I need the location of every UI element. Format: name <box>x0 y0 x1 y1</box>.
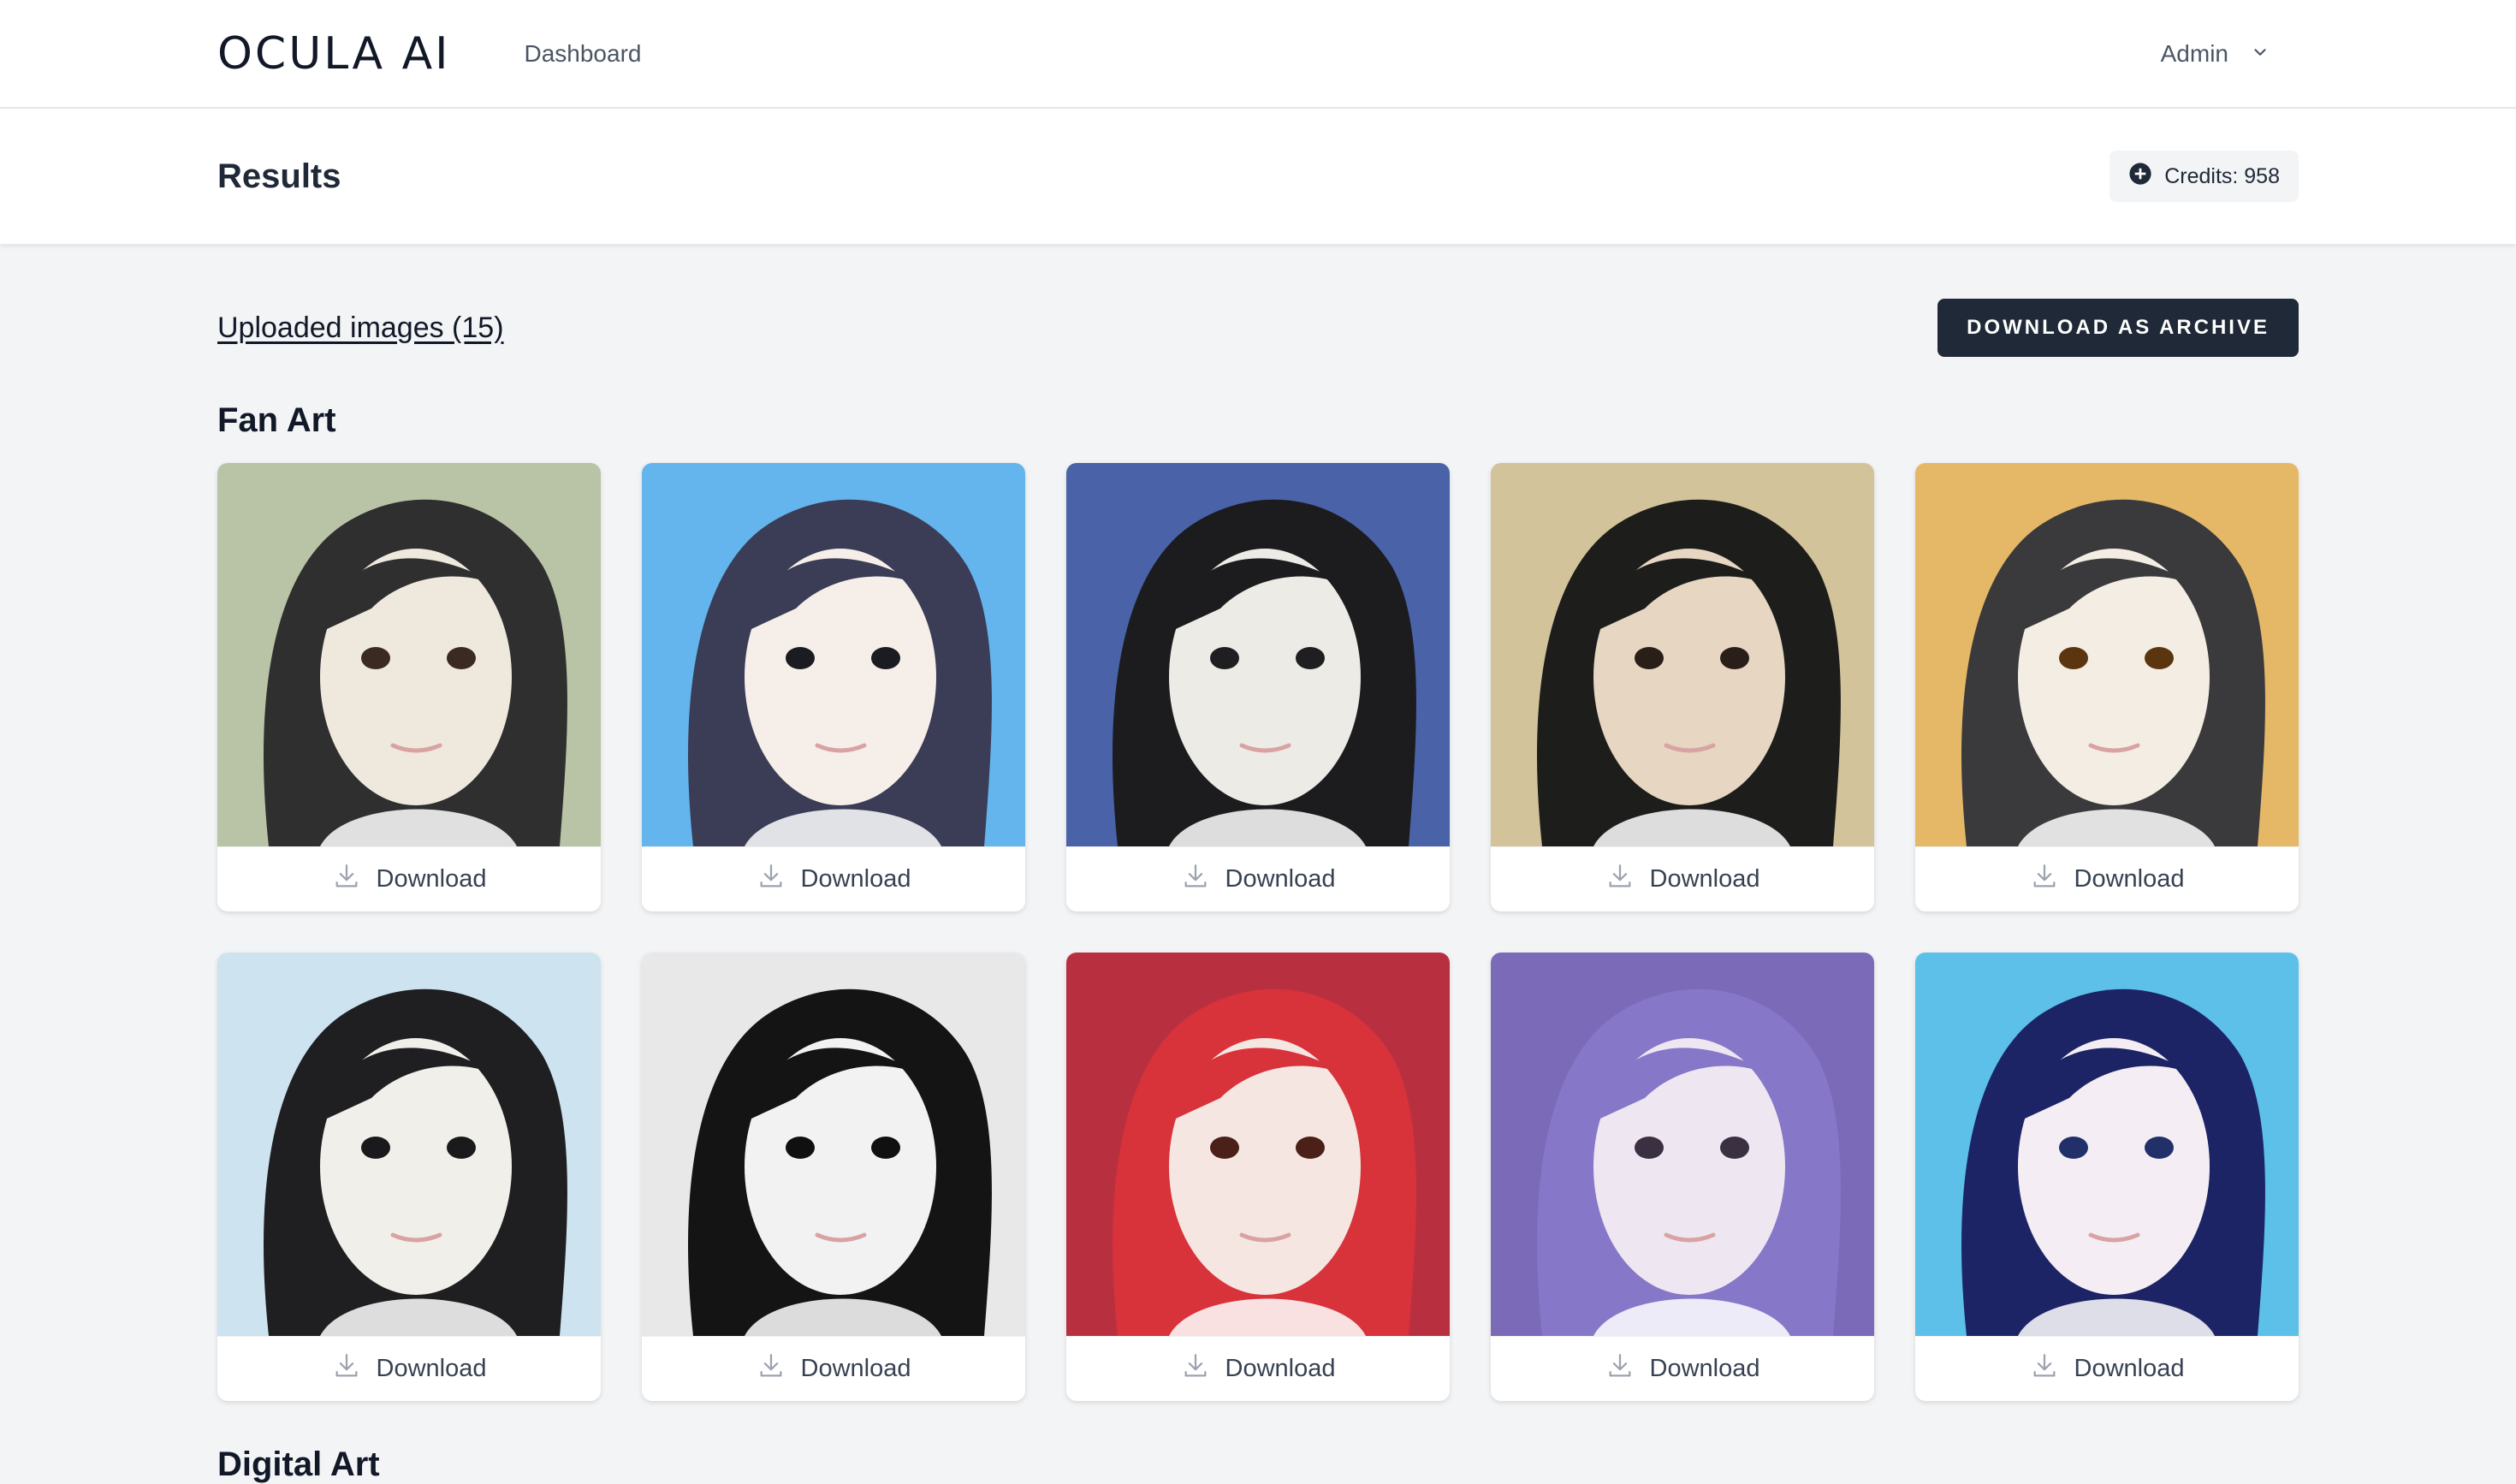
result-image[interactable] <box>1066 463 1450 846</box>
download-label: Download <box>2074 865 2185 893</box>
download-label: Download <box>376 1355 487 1382</box>
download-icon <box>757 862 786 898</box>
download-label: Download <box>376 865 487 893</box>
download-label: Download <box>2074 1355 2185 1382</box>
download-button[interactable]: Download <box>642 1336 1025 1401</box>
page-title: Results <box>217 157 341 195</box>
result-image[interactable] <box>1915 953 2299 1336</box>
result-card: Download <box>642 953 1025 1401</box>
section-title: Digital Art <box>217 1445 380 1483</box>
result-image[interactable] <box>1491 463 1874 846</box>
result-image[interactable] <box>642 953 1025 1336</box>
result-card: Download <box>642 463 1025 911</box>
result-image[interactable] <box>1491 953 1874 1336</box>
section-title: Fan Art <box>217 401 336 439</box>
result-card: Download <box>217 953 601 1401</box>
result-image[interactable] <box>1066 953 1450 1336</box>
image-grid: Download Download Download Download Download… <box>217 463 2299 1401</box>
page-header: Results Credits: 958 <box>0 109 2516 244</box>
download-icon <box>332 1351 361 1387</box>
download-icon <box>1605 1351 1635 1387</box>
download-icon <box>1605 862 1635 898</box>
download-button[interactable]: Download <box>1915 1336 2299 1401</box>
result-image[interactable] <box>217 953 601 1336</box>
result-card: Download <box>1491 953 1874 1401</box>
user-name: Admin <box>2160 39 2228 67</box>
download-label: Download <box>1649 1355 1760 1382</box>
download-label: Download <box>800 865 911 893</box>
download-button[interactable]: Download <box>1491 846 1874 911</box>
nav-link-dashboard[interactable]: Dashboard <box>524 40 641 68</box>
download-icon <box>2030 1351 2059 1387</box>
ocula-logo[interactable]: OCULA AI <box>217 28 450 80</box>
result-card: Download <box>1066 463 1450 911</box>
download-icon <box>332 862 361 898</box>
download-button[interactable]: Download <box>1491 1336 1874 1401</box>
result-image[interactable] <box>1915 463 2299 846</box>
credits-label: Credits: 958 <box>2164 163 2280 188</box>
main-content: Uploaded images (15) DOWNLOAD AS ARCHIVE… <box>0 244 2516 1484</box>
user-menu[interactable]: Admin <box>2161 40 2270 68</box>
download-archive-button[interactable]: DOWNLOAD AS ARCHIVE <box>1937 299 2299 357</box>
result-card: Download <box>1491 463 1874 911</box>
download-icon <box>757 1351 786 1387</box>
download-button[interactable]: Download <box>217 1336 601 1401</box>
top-navigation: OCULA AI Dashboard Admin <box>0 0 2516 109</box>
result-image[interactable] <box>217 463 601 846</box>
download-label: Download <box>1225 865 1336 893</box>
sections: Fan Art Download Download Download Download D… <box>217 398 2299 1484</box>
result-card: Download <box>1066 953 1450 1401</box>
result-card: Download <box>1915 463 2299 911</box>
uploaded-images-link[interactable]: Uploaded images (15) <box>217 312 504 345</box>
result-card: Download <box>1915 953 2299 1401</box>
chevron-down-icon <box>2251 40 2270 68</box>
results-toolbar: Uploaded images (15) DOWNLOAD AS ARCHIVE <box>217 299 2299 357</box>
download-button[interactable]: Download <box>642 846 1025 911</box>
download-label: Download <box>1225 1355 1336 1382</box>
credits-badge[interactable]: Credits: 958 <box>2110 151 2299 202</box>
download-icon <box>2030 862 2059 898</box>
download-button[interactable]: Download <box>1915 846 2299 911</box>
download-label: Download <box>1649 865 1760 893</box>
plus-circle-icon <box>2128 162 2152 192</box>
download-label: Download <box>800 1355 911 1382</box>
download-button[interactable]: Download <box>1066 1336 1450 1401</box>
download-icon <box>1181 862 1210 898</box>
download-icon <box>1181 1351 1210 1387</box>
result-image[interactable] <box>642 463 1025 846</box>
result-card: Download <box>217 463 601 911</box>
download-button[interactable]: Download <box>217 846 601 911</box>
download-button[interactable]: Download <box>1066 846 1450 911</box>
